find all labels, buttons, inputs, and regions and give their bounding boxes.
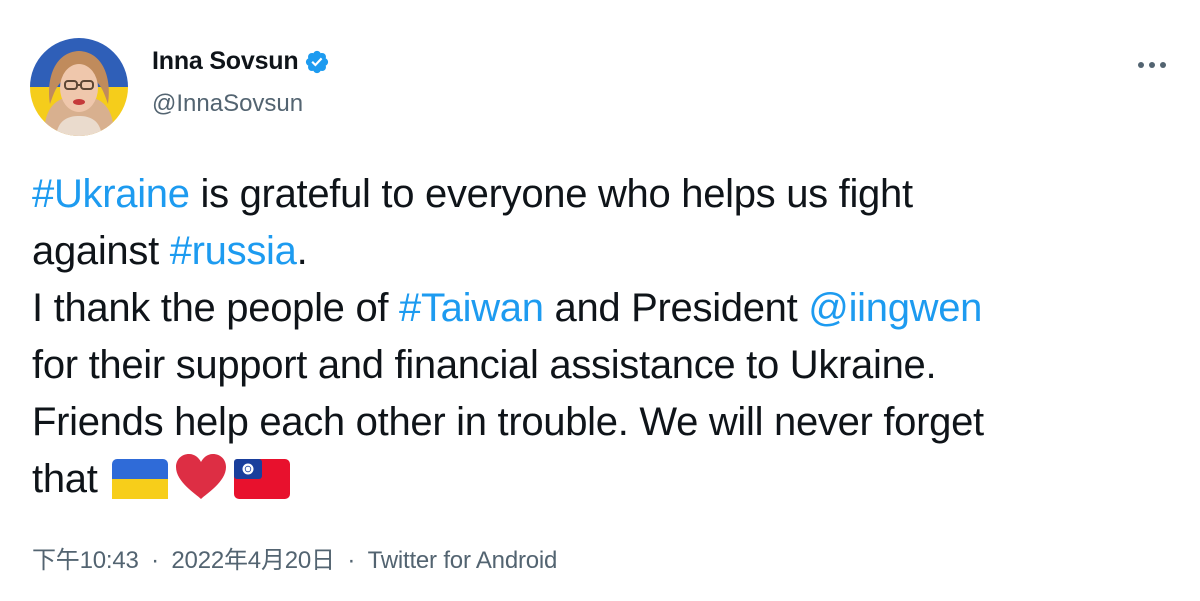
hashtag-link[interactable]: #russia (170, 229, 297, 273)
meta-separator: · (151, 547, 159, 574)
hashtag-link[interactable]: #Ukraine (32, 172, 190, 216)
tweet-source[interactable]: Twitter for Android (368, 547, 558, 574)
tweet-text-segment: Friends help each other in trouble. We w… (32, 400, 984, 444)
tweet-text-segment: against (32, 229, 170, 273)
tweet-time[interactable]: 下午10:43 (32, 547, 139, 574)
tweet-text-line: I thank the people of #Taiwan and Presid… (32, 280, 1182, 337)
tweet-text: #Ukraine is grateful to everyone who hel… (32, 166, 1182, 515)
meta-separator: · (347, 547, 356, 574)
author-name-row: Inna Sovsun (152, 47, 330, 76)
tweet-text-segment: and President (543, 286, 809, 330)
tweet-text-segment: is grateful to everyone who helps us fig… (189, 172, 914, 216)
author-display-name[interactable]: Inna Sovsun (152, 47, 299, 76)
tweet-text-segment: for their support and financial assistan… (32, 343, 937, 387)
ukraine-flag-icon (112, 458, 169, 515)
mention-link[interactable]: @iingwen (808, 286, 982, 330)
more-dots-icon (1138, 62, 1166, 68)
tweet-date[interactable]: 2022年4月20日 (171, 547, 335, 574)
tweet-text-line: for their support and financial assistan… (32, 337, 1182, 394)
red-heart-icon (174, 453, 228, 515)
author-handle[interactable]: @InnaSovsun (152, 90, 303, 118)
tweet-metadata: 下午10:43 · 2022年4月20日 · Twitter for Andro… (32, 540, 557, 575)
verified-badge-icon (304, 49, 330, 75)
more-options-button[interactable] (1132, 50, 1172, 80)
tweet-text-line: Friends help each other in trouble. We w… (32, 394, 1182, 451)
tweet-text-line: that (32, 451, 1182, 515)
avatar[interactable] (30, 38, 128, 136)
tweet-text-segment: that (32, 457, 109, 501)
taiwan-flag-icon (234, 458, 291, 515)
hashtag-link[interactable]: #Taiwan (399, 286, 544, 330)
avatar-photo (30, 38, 128, 136)
tweet-text-line: against #russia. (32, 223, 1182, 280)
tweet-text-line: #Ukraine is grateful to everyone who hel… (32, 166, 1182, 223)
tweet-text-segment: I thank the people of (32, 286, 400, 330)
tweet-card[interactable]: Inna Sovsun @InnaSovsun #Ukraine is grat… (0, 0, 1200, 601)
tweet-text-segment: . (296, 229, 308, 273)
